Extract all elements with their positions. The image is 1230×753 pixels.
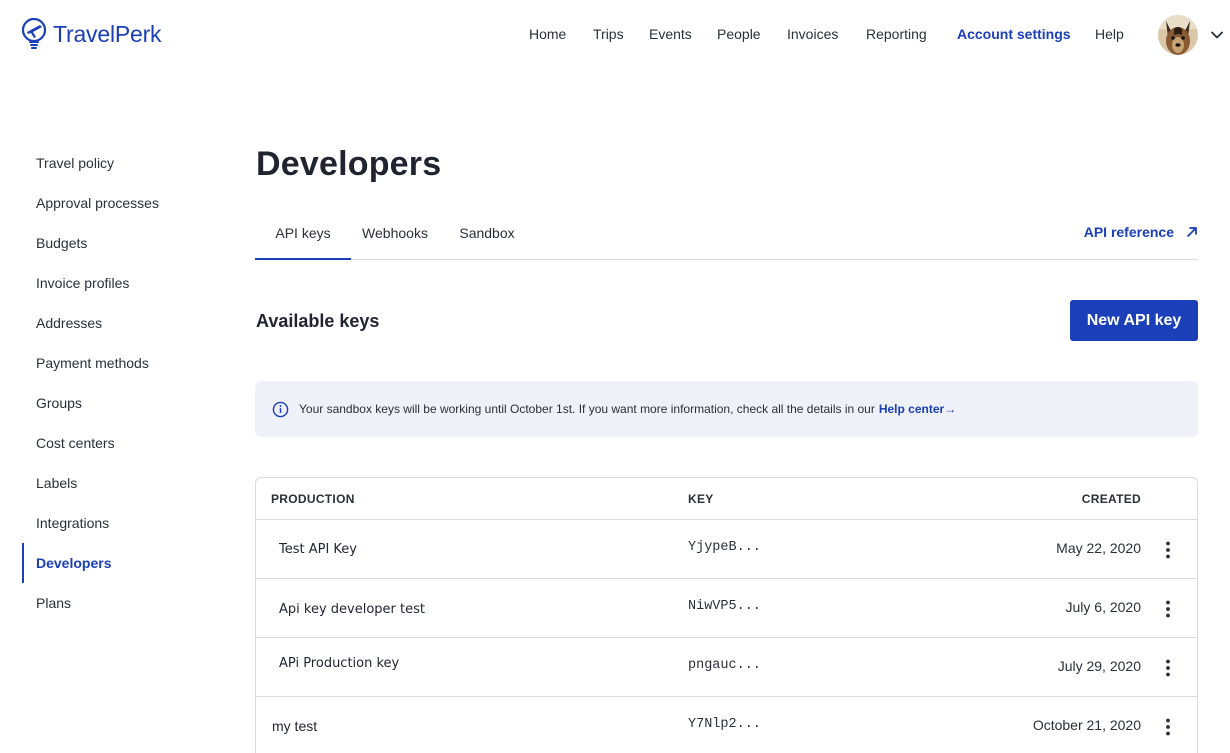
nav-events[interactable]: Events <box>649 26 692 42</box>
new-api-key-button[interactable]: New API key <box>1070 300 1198 341</box>
header-production: PRODUCTION <box>271 492 355 506</box>
external-arrow-icon <box>1187 227 1197 237</box>
developer-tabs: API keys Webhooks Sandbox API reference <box>255 212 1198 260</box>
arrow-right-icon: → <box>944 402 957 416</box>
sidebar-item-developers[interactable]: Developers <box>22 543 232 583</box>
top-header: TravelPerk Home Trips Events People Invo… <box>0 0 1230 70</box>
more-options-icon[interactable] <box>1160 658 1176 678</box>
more-options-icon[interactable] <box>1160 540 1176 560</box>
user-avatar[interactable] <box>1158 15 1198 55</box>
main-nav: Home Trips Events People Invoices Report… <box>0 26 1230 46</box>
key-value: YjypeB... <box>688 540 761 555</box>
nav-trips[interactable]: Trips <box>593 26 624 42</box>
sidebar-item-addresses[interactable]: Addresses <box>22 303 232 343</box>
tab-webhooks[interactable]: Webhooks <box>351 212 439 259</box>
nav-people[interactable]: People <box>717 26 761 42</box>
sidebar-item-plans[interactable]: Plans <box>22 583 232 623</box>
help-center-label: Help center <box>878 402 945 416</box>
sidebar-item-groups[interactable]: Groups <box>22 383 232 423</box>
settings-sidebar: Travel policy Approval processes Budgets… <box>22 143 232 623</box>
sidebar-item-labels[interactable]: Labels <box>22 463 232 503</box>
sidebar-item-budgets[interactable]: Budgets <box>22 223 232 263</box>
table-header: PRODUCTION KEY CREATED <box>256 478 1197 520</box>
more-options-icon[interactable] <box>1160 717 1176 737</box>
sidebar-item-approval-processes[interactable]: Approval processes <box>22 183 232 223</box>
table-row[interactable]: Api key developer test NiwVP5... July 6,… <box>256 579 1197 638</box>
header-key: KEY <box>688 492 714 506</box>
key-created-date: July 6, 2020 <box>1065 599 1142 615</box>
key-value: NiwVP5... <box>688 599 761 614</box>
more-options-icon[interactable] <box>1160 599 1176 619</box>
key-name: Api key developer test <box>279 602 425 617</box>
nav-invoices[interactable]: Invoices <box>787 26 838 42</box>
nav-home[interactable]: Home <box>529 26 566 42</box>
nav-help[interactable]: Help <box>1095 26 1124 42</box>
key-value: Y7Nlp2... <box>688 717 761 732</box>
help-center-link[interactable]: Help center→ <box>879 402 956 416</box>
info-icon <box>272 401 289 417</box>
table-row[interactable]: APi Production key pngauc... July 29, 20… <box>256 638 1197 697</box>
header-created: CREATED <box>1081 492 1141 506</box>
api-keys-table: PRODUCTION KEY CREATED Test API Key Yjyp… <box>255 477 1198 753</box>
dog-avatar-icon <box>1158 15 1198 55</box>
key-name: my test <box>272 718 318 734</box>
sidebar-item-cost-centers[interactable]: Cost centers <box>22 423 232 463</box>
banner-text: Your sandbox keys will be working until … <box>299 402 875 416</box>
sidebar-item-payment-methods[interactable]: Payment methods <box>22 343 232 383</box>
table-row[interactable]: Test API Key YjypeB... May 22, 2020 <box>256 520 1197 579</box>
key-created-date: July 29, 2020 <box>1057 658 1141 674</box>
tab-sandbox[interactable]: Sandbox <box>441 212 533 259</box>
chevron-down-icon[interactable] <box>1210 28 1224 42</box>
sandbox-info-banner: Your sandbox keys will be working until … <box>255 381 1198 437</box>
key-created-date: May 22, 2020 <box>1056 540 1141 556</box>
nav-account-settings[interactable]: Account settings <box>957 26 1071 42</box>
key-name: Test API Key <box>279 542 357 557</box>
sidebar-item-travel-policy[interactable]: Travel policy <box>22 143 232 183</box>
api-reference-link[interactable]: API reference <box>1084 212 1198 252</box>
available-keys-title: Available keys <box>256 311 380 331</box>
key-name: APi Production key <box>279 656 400 671</box>
tab-api-keys[interactable]: API keys <box>255 212 351 260</box>
sidebar-item-integrations[interactable]: Integrations <box>22 503 232 543</box>
sidebar-item-invoice-profiles[interactable]: Invoice profiles <box>22 263 232 303</box>
key-value: pngauc... <box>688 658 761 673</box>
api-reference-label: API reference <box>1083 224 1174 240</box>
table-row[interactable]: my test Y7Nlp2... October 21, 2020 <box>256 697 1197 753</box>
key-created-date: October 21, 2020 <box>1032 717 1141 733</box>
nav-reporting[interactable]: Reporting <box>866 26 927 42</box>
page-title: Developers <box>256 145 442 183</box>
